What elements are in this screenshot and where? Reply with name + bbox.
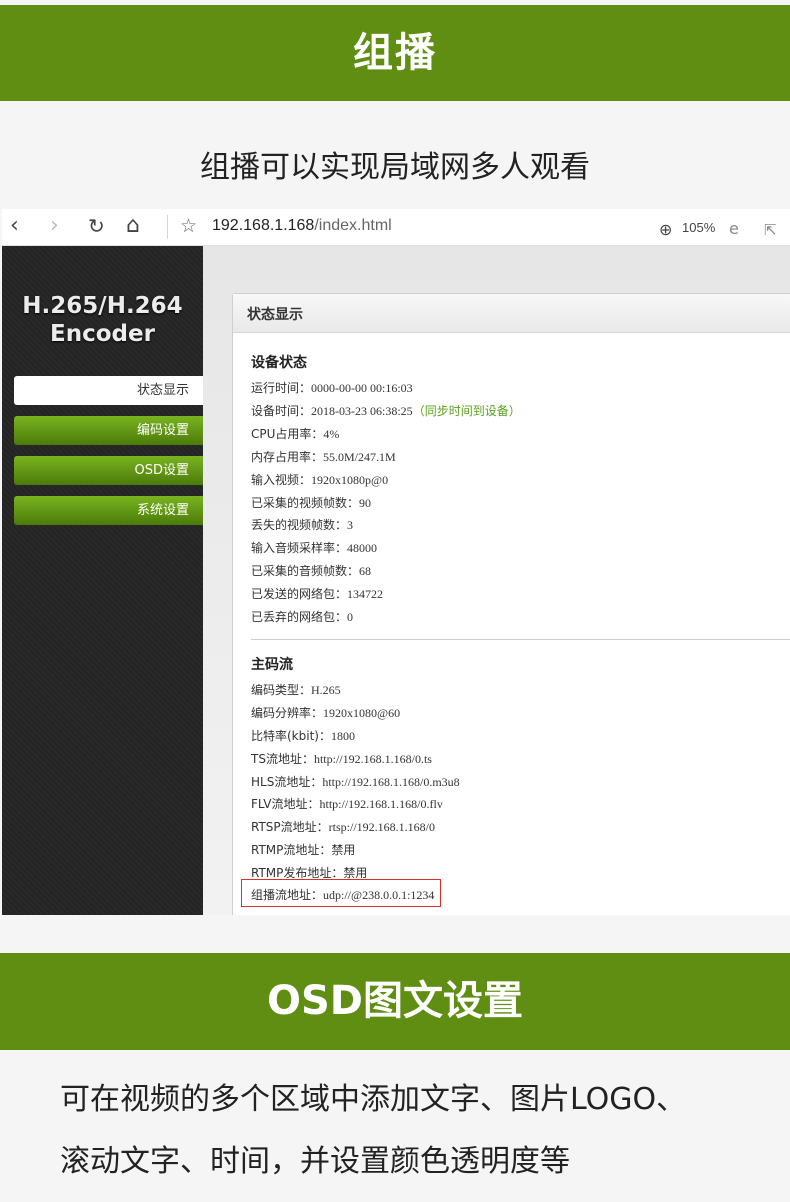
sidebar: H.265/H.264 Encoder 状态显示 编码设置 OSD设置 系统设置: [2, 246, 203, 915]
osd-description-line1: 可在视频的多个区域中添加文字、图片LOGO、: [60, 1082, 687, 1117]
bitrate-row: 比特率(kbit)：1800: [251, 729, 355, 743]
captured-frames-row: 已采集的视频帧数：90: [251, 496, 372, 510]
top-banner-subtitle: 组播可以实现局域网多人观看: [200, 150, 590, 185]
favorite-star-icon[interactable]: ☆: [180, 214, 197, 238]
sidebar-item-system[interactable]: 系统设置: [14, 496, 203, 525]
main-content: 状态显示 设备状态 运行时间：0000-00-00 00:16:03 设备时间：…: [203, 246, 790, 915]
ie-mode-icon[interactable]: e: [729, 217, 739, 241]
url-host: 192.168.1.168: [212, 217, 315, 234]
audio-rate-row: 输入音频采样率：48000: [251, 541, 378, 555]
ts-url-row: TS流地址：http://192.168.1.168/0.ts: [251, 752, 432, 766]
share-icon[interactable]: ⇱: [764, 218, 777, 242]
rtmp-url-row: RTMP流地址：禁用: [251, 843, 356, 857]
bottom-banner-title: OSD图文设置: [0, 953, 790, 1050]
browser-window: ‹ › ↻ ⌂ ☆ 192.168.1.168/index.html ⊕ 105…: [2, 209, 790, 915]
encoder-logo-line2: Encoder: [50, 321, 155, 347]
panel-header: 状态显示: [233, 294, 790, 333]
address-bar: ‹ › ↻ ⌂ ☆ 192.168.1.168/index.html ⊕ 105…: [2, 209, 790, 246]
rtsp-url-row: RTSP流地址：rtsp://192.168.1.168/0: [251, 820, 435, 834]
hls-url-row: HLS流地址：http://192.168.1.168/0.m3u8: [251, 775, 460, 789]
forward-icon[interactable]: ›: [50, 214, 59, 238]
packets-dropped-row: 已丢弃的网络包：0: [251, 610, 354, 624]
sync-time-link[interactable]: （同步时间到设备）: [413, 404, 521, 418]
osd-description-line2: 滚动文字、时间，并设置颜色透明度等: [60, 1144, 570, 1179]
run-time-row: 运行时间：0000-00-00 00:16:03: [251, 381, 413, 395]
url-path: /index.html: [314, 217, 392, 234]
zoom-level: 105%: [682, 220, 716, 235]
device-status-title: 设备状态: [251, 355, 307, 371]
input-video-row: 输入视频：1920x1080p@0: [251, 473, 389, 487]
back-icon[interactable]: ‹: [10, 214, 19, 238]
packets-sent-row: 已发送的网络包：134722: [251, 587, 384, 601]
sidebar-item-osd[interactable]: OSD设置: [14, 456, 203, 485]
refresh-icon[interactable]: ↻: [88, 214, 105, 238]
top-banner-title: 组播: [0, 5, 790, 101]
url-field[interactable]: 192.168.1.168/index.html: [212, 217, 392, 235]
section-divider: [251, 639, 790, 640]
encoder-logo-line1: H.265/H.264: [22, 293, 183, 319]
lost-frames-row: 丢失的视频帧数：3: [251, 518, 354, 532]
panel-title: 状态显示: [247, 307, 303, 323]
flv-url-row: FLV流地址：http://192.168.1.168/0.flv: [251, 797, 443, 811]
device-time-row: 设备时间：2018-03-23 06:38:25（同步时间到设备）: [251, 404, 521, 418]
zoom-icon[interactable]: ⊕: [659, 218, 672, 242]
audio-frames-row: 已采集的音频帧数：68: [251, 564, 372, 578]
status-panel: 状态显示 设备状态 运行时间：0000-00-00 00:16:03 设备时间：…: [232, 293, 790, 915]
multicast-url-row: 组播流地址：udp://@238.0.0.1:1234: [251, 888, 435, 902]
sidebar-item-status[interactable]: 状态显示: [14, 376, 203, 405]
memory-row: 内存占用率：55.0M/247.1M: [251, 450, 396, 464]
codec-row: 编码类型：H.265: [251, 683, 341, 697]
sidebar-item-encoding[interactable]: 编码设置: [14, 416, 203, 445]
address-bar-separator: [167, 215, 168, 239]
main-stream-title: 主码流: [251, 657, 293, 673]
cpu-row: CPU占用率：4%: [251, 427, 340, 441]
home-icon[interactable]: ⌂: [126, 214, 140, 238]
resolution-row: 编码分辨率：1920x1080@60: [251, 706, 401, 720]
